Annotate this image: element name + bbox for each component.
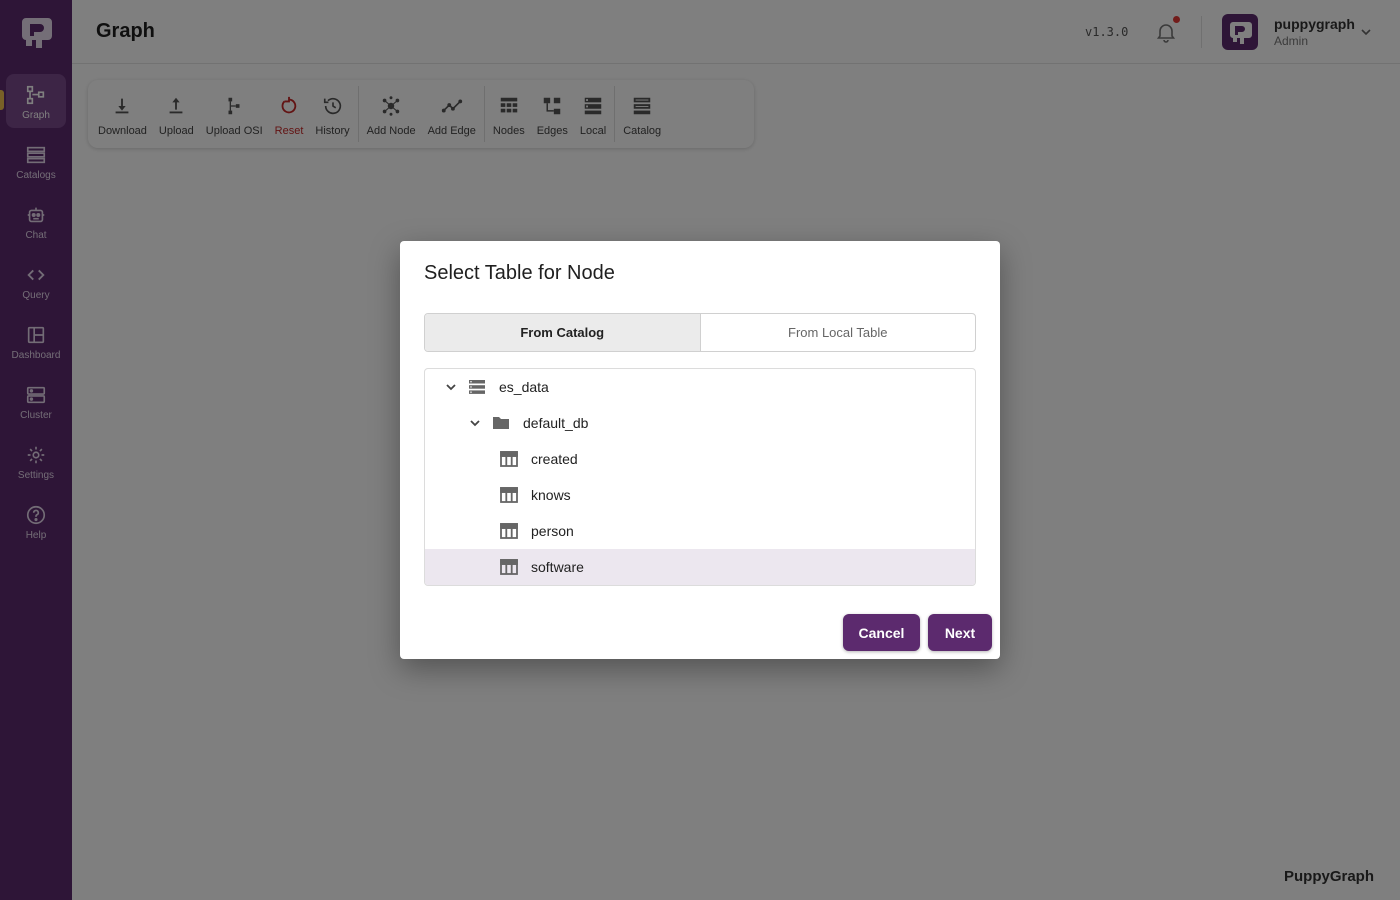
database-icon bbox=[469, 380, 485, 394]
tree-node-label: default_db bbox=[523, 415, 589, 431]
source-tabs: From Catalog From Local Table bbox=[424, 313, 976, 352]
tree-node-label: es_data bbox=[499, 379, 549, 395]
cancel-button[interactable]: Cancel bbox=[843, 614, 920, 651]
tab-from-catalog[interactable]: From Catalog bbox=[425, 314, 701, 351]
tree-node-label: created bbox=[531, 451, 578, 467]
tree-node-catalog[interactable]: es_data bbox=[425, 369, 975, 405]
tree-node-table[interactable]: person bbox=[425, 513, 975, 549]
tab-from-local-table[interactable]: From Local Table bbox=[701, 314, 976, 351]
tree-node-table[interactable]: knows bbox=[425, 477, 975, 513]
tree-node-label: knows bbox=[531, 487, 571, 503]
chevron-down-icon[interactable] bbox=[443, 379, 459, 395]
table-tree: es_data default_db created knows person … bbox=[424, 368, 976, 586]
table-icon bbox=[500, 451, 518, 467]
folder-icon bbox=[493, 417, 509, 429]
select-table-dialog: Select Table for Node From Catalog From … bbox=[400, 241, 1000, 659]
tree-node-label: software bbox=[531, 559, 584, 575]
tree-node-table-selected[interactable]: software bbox=[425, 549, 975, 585]
chevron-down-icon[interactable] bbox=[467, 415, 483, 431]
table-icon bbox=[500, 523, 518, 539]
next-button[interactable]: Next bbox=[928, 614, 992, 651]
tree-node-table[interactable]: created bbox=[425, 441, 975, 477]
table-icon bbox=[500, 559, 518, 575]
table-icon bbox=[500, 487, 518, 503]
tree-node-database[interactable]: default_db bbox=[425, 405, 975, 441]
tree-node-label: person bbox=[531, 523, 574, 539]
dialog-title: Select Table for Node bbox=[424, 262, 615, 284]
